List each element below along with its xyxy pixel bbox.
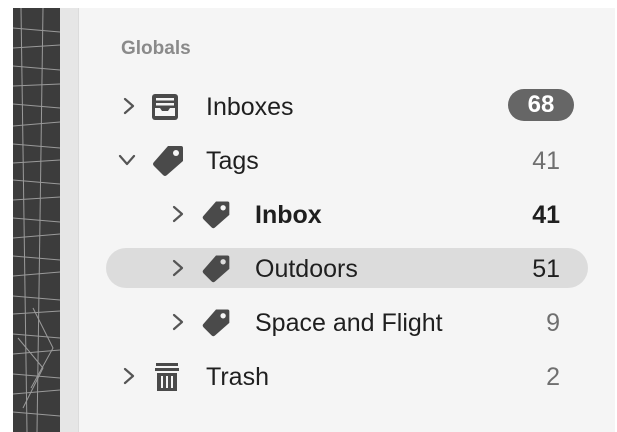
sidebar-item-inboxes[interactable]: Inboxes 68 [106, 86, 588, 126]
tag-icon [202, 255, 230, 283]
sidebar-item-label: Space and Flight [255, 309, 443, 337]
chevron-right-icon[interactable] [171, 205, 185, 223]
item-count: 9 [546, 309, 560, 337]
sidebar-item-label: Trash [206, 363, 269, 391]
unread-count-badge: 68 [508, 89, 574, 121]
sidebar-item-label: Outdoors [255, 255, 358, 283]
sidebar-item-space-and-flight[interactable]: Space and Flight 9 [106, 302, 588, 342]
window: Globals Inboxes 68 Tags 41 Inbox 41 Outd… [0, 0, 617, 432]
sidebar-item-label: Inbox [255, 201, 322, 229]
chevron-right-icon[interactable] [171, 313, 185, 331]
split-divider[interactable] [60, 8, 78, 432]
item-count: 2 [546, 363, 560, 391]
sidebar-item-inbox[interactable]: Inbox 41 [106, 194, 588, 234]
tray-icon [152, 94, 178, 120]
chevron-right-icon[interactable] [122, 367, 136, 385]
sidebar-item-trash[interactable]: Trash 2 [106, 356, 588, 396]
item-count: 41 [532, 147, 560, 175]
item-count: 41 [532, 201, 560, 229]
chevron-right-icon[interactable] [171, 259, 185, 277]
sidebar-item-tags[interactable]: Tags 41 [106, 140, 588, 180]
background-artwork [13, 8, 60, 432]
trash-icon [155, 363, 179, 391]
tag-icon [153, 146, 183, 176]
chevron-right-icon[interactable] [122, 97, 136, 115]
tag-icon [202, 309, 230, 337]
chevron-down-icon[interactable] [118, 153, 136, 167]
sidebar-item-label: Inboxes [206, 93, 294, 121]
sidebar: Globals Inboxes 68 Tags 41 Inbox 41 Outd… [78, 8, 615, 432]
tag-icon [202, 201, 230, 229]
item-count: 51 [532, 255, 560, 283]
section-header-globals: Globals [121, 38, 191, 59]
sidebar-item-outdoors[interactable]: Outdoors 51 [106, 248, 588, 288]
sidebar-item-label: Tags [206, 147, 259, 175]
